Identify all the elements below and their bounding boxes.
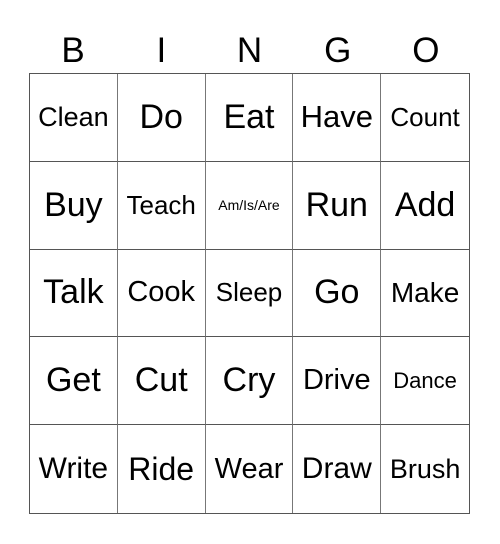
bingo-cell[interactable]: Have xyxy=(293,74,382,162)
bingo-cell[interactable]: Get xyxy=(30,337,118,426)
bingo-cell[interactable]: Cut xyxy=(117,337,206,426)
bingo-cell[interactable]: Ride xyxy=(118,425,206,513)
bingo-cell[interactable]: Cry xyxy=(205,337,294,426)
bingo-cell[interactable]: Cook xyxy=(117,249,206,338)
bingo-cell[interactable]: Dance xyxy=(381,337,469,426)
bingo-cell[interactable]: Write xyxy=(30,425,118,513)
header-letter-b: B xyxy=(61,31,85,70)
bingo-cell[interactable]: Talk xyxy=(30,249,118,338)
bingo-cell[interactable]: Make xyxy=(381,250,469,338)
bingo-card-grid: Clean Do Eat Have Count Buy Teach Am/Is/… xyxy=(29,73,470,514)
bingo-cell[interactable]: Sleep xyxy=(205,249,294,338)
bingo-cell[interactable]: Clean xyxy=(30,74,118,162)
bingo-cell[interactable]: Eat xyxy=(205,74,294,162)
header-letter-g: G xyxy=(324,31,352,70)
header-letter-n: N xyxy=(236,31,263,70)
header-letter-o: O xyxy=(412,31,440,70)
bingo-cell[interactable]: Brush xyxy=(381,425,469,513)
header-letter-i: I xyxy=(156,31,167,70)
bingo-cell[interactable]: Count xyxy=(381,74,469,162)
bingo-cell[interactable]: Do xyxy=(117,74,206,162)
bingo-cell[interactable]: Wear xyxy=(206,425,294,513)
bingo-cell[interactable]: Add xyxy=(381,162,469,250)
bingo-cell[interactable]: Buy xyxy=(30,161,118,250)
bingo-cell[interactable]: Am/Is/Are xyxy=(205,161,294,250)
bingo-cell[interactable]: Go xyxy=(293,249,382,338)
bingo-cell[interactable]: Run xyxy=(293,161,382,250)
bingo-cell[interactable]: Draw xyxy=(293,425,382,513)
bingo-cell[interactable]: Teach xyxy=(117,161,206,250)
bingo-header: B I N G O xyxy=(29,28,470,73)
bingo-cell[interactable]: Drive xyxy=(293,337,382,426)
